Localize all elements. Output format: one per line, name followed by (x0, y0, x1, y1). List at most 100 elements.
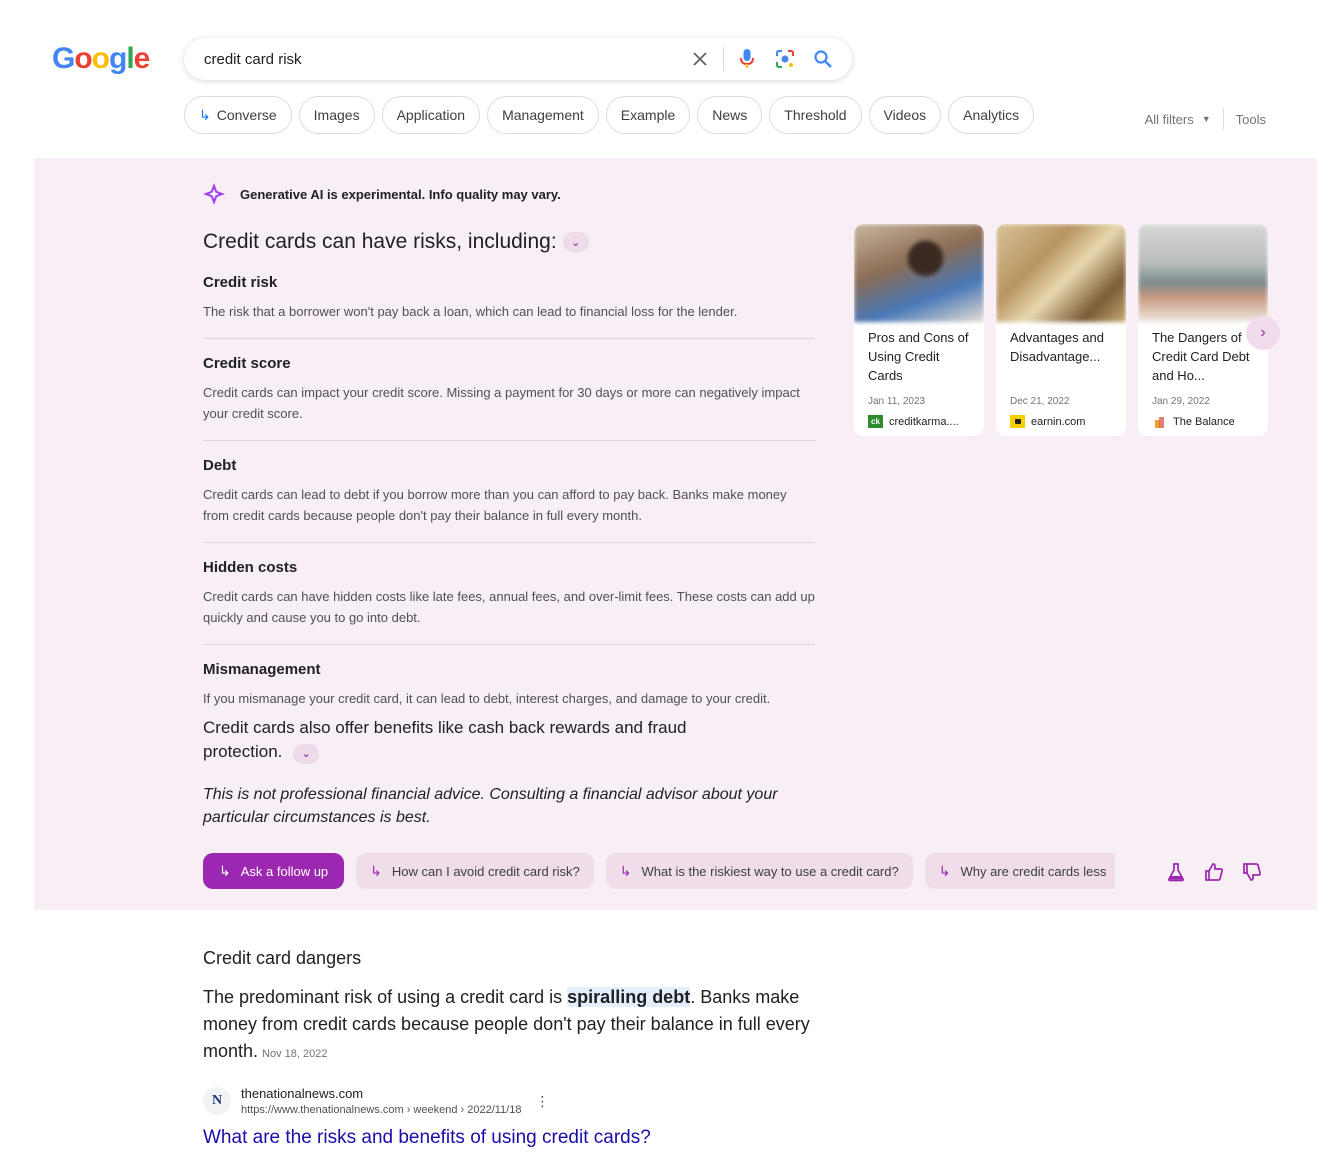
result-site-name: thenationalnews.com (241, 1086, 364, 1101)
ai-notice-text: Generative AI is experimental. Info qual… (240, 186, 561, 202)
list-item: Credit score Credit cards can impact you… (203, 355, 815, 441)
card-source-name: earnin.com (1031, 415, 1086, 428)
logo-letter: o (91, 42, 110, 75)
ask-follow-up-button[interactable]: ↳ Ask a follow up (203, 853, 345, 889)
chip-videos[interactable]: Videos (868, 96, 942, 134)
card-source-name: creditkarma.... (889, 415, 959, 428)
card-thumbnail (854, 224, 984, 322)
chip-label: News (712, 107, 748, 123)
filter-chips: ↳ Converse Images Application Management … (184, 96, 1035, 134)
google-logo[interactable]: Google (52, 42, 151, 76)
ai-title: Credit cards can have risks, including: … (203, 230, 589, 254)
divider (723, 47, 724, 71)
clear-icon[interactable] (681, 40, 719, 78)
list-item: Mismanagement If you mismanage your cred… (203, 661, 815, 709)
thumbs-down-icon[interactable] (1242, 862, 1262, 887)
item-text: Credit cards can lead to debt if you bor… (203, 487, 787, 523)
earnin-favicon-icon (1010, 415, 1025, 428)
lens-icon[interactable] (766, 40, 804, 78)
ai-title-text: Credit cards can have risks, including: (203, 230, 557, 253)
reply-arrow-icon: ↳ (370, 862, 382, 879)
thumbs-up-icon[interactable] (1204, 862, 1224, 887)
more-options-icon[interactable]: ⋮ (535, 1093, 549, 1110)
ai-overview-panel: Generative AI is experimental. Info qual… (34, 158, 1317, 910)
ai-notice: Generative AI is experimental. Info qual… (202, 182, 561, 206)
benefits-label: Credit cards also offer benefits like ca… (203, 718, 687, 761)
snippet-highlight: spiralling debt (567, 987, 691, 1007)
snippet-body: The predominant risk of using a credit c… (203, 984, 823, 1068)
suggestion-label: How can I avoid credit card risk? (391, 863, 580, 879)
search-input[interactable]: credit card risk (204, 51, 681, 68)
chip-news[interactable]: News (697, 96, 763, 134)
reply-arrow-icon: ↳ (199, 106, 211, 123)
source-card[interactable]: Pros and Cons of Using Credit Cards Jan … (854, 224, 984, 436)
snippet-text: The predominant risk of using a credit c… (203, 987, 568, 1007)
item-text: The risk that a borrower won't pay back … (203, 304, 738, 319)
microphone-icon[interactable] (728, 40, 766, 78)
tools-button[interactable]: Tools (1236, 112, 1266, 127)
logo-letter: g (109, 42, 127, 75)
benefits-text: Credit cards also offer benefits like ca… (203, 716, 763, 764)
chip-threshold[interactable]: Threshold (769, 96, 862, 134)
creditkarma-favicon-icon: ck (868, 415, 883, 428)
card-date: Dec 21, 2022 (1010, 396, 1070, 407)
chip-converse[interactable]: ↳ Converse (184, 96, 292, 134)
chip-example[interactable]: Example (605, 96, 691, 134)
snippet-date: Nov 18, 2022 (262, 1048, 328, 1060)
result-link[interactable]: What are the risks and benefits of using… (203, 1127, 651, 1149)
logo-letter: G (52, 42, 75, 75)
feedback-icons (1166, 862, 1262, 887)
chip-label: Application (396, 107, 466, 123)
reply-arrow-icon: ↳ (619, 862, 632, 879)
card-date: Jan 29, 2022 (1152, 396, 1210, 407)
chip-label: Example (620, 107, 676, 123)
card-title: Pros and Cons of Using Credit Cards (868, 330, 969, 383)
logo-letter: o (74, 42, 92, 75)
logo-letter: l (126, 42, 134, 75)
chip-label: Images (313, 107, 360, 123)
chevron-right-icon[interactable]: › (1246, 316, 1280, 350)
source-card[interactable]: Advantages and Disadvantage... Dec 21, 2… (996, 224, 1126, 436)
item-heading: Credit score (203, 355, 291, 372)
suggestion-chip[interactable]: ↳ How can I avoid credit card risk? (356, 853, 594, 889)
divider (1222, 108, 1224, 130)
risk-list: Credit risk The risk that a borrower won… (203, 274, 815, 709)
suggestion-chip[interactable]: ↳ What is the riskiest way to use a credi… (605, 853, 913, 889)
filters-bar: All filters ▼ Tools (1145, 108, 1266, 130)
list-item: Hidden costs Credit cards can have hidde… (203, 559, 815, 645)
chip-label: Management (502, 107, 584, 123)
ask-label: Ask a follow up (240, 863, 329, 879)
card-source-name: The Balance (1173, 415, 1235, 428)
chevron-down-icon[interactable]: ⌄ (293, 744, 320, 764)
card-thumbnail (1138, 224, 1268, 322)
chip-label: Threshold (784, 107, 847, 123)
chip-images[interactable]: Images (298, 96, 375, 134)
card-thumbnail (996, 224, 1126, 322)
search-icon[interactable] (804, 40, 842, 78)
list-item: Debt Credit cards can lead to debt if yo… (203, 457, 815, 543)
suggestion-label: What is the riskiest way to use a credit… (641, 863, 899, 879)
reply-arrow-icon: ↳ (938, 862, 951, 879)
chip-management[interactable]: Management (487, 96, 599, 134)
list-item: Credit risk The risk that a borrower won… (203, 274, 815, 339)
item-heading: Credit risk (203, 274, 278, 291)
logo-letter: e (133, 42, 151, 75)
item-text: Credit cards can impact your credit scor… (203, 385, 800, 421)
item-heading: Debt (203, 457, 237, 474)
chip-application[interactable]: Application (381, 96, 481, 134)
result-url: https://www.thenationalnews.com › weeken… (241, 1104, 522, 1116)
caret-down-icon[interactable]: ▼ (1202, 114, 1211, 124)
item-text: Credit cards can have hidden costs like … (203, 589, 815, 625)
result-source[interactable]: N thenationalnews.com https://www.thenat… (203, 1086, 549, 1116)
card-date: Jan 11, 2023 (868, 396, 926, 407)
national-news-favicon-icon: N (203, 1087, 231, 1115)
search-box[interactable]: credit card risk (184, 38, 852, 80)
labs-flask-icon[interactable] (1166, 862, 1186, 887)
suggestion-chip[interactable]: ↳ Why are credit cards less (924, 853, 1115, 889)
chevron-down-icon[interactable]: ⌄ (562, 232, 589, 252)
snippet-heading: Credit card dangers (203, 948, 362, 968)
chip-analytics[interactable]: Analytics (948, 96, 1035, 134)
chip-label: Videos (883, 107, 927, 123)
all-filters-button[interactable]: All filters (1145, 112, 1194, 127)
sparkle-icon (203, 183, 225, 205)
